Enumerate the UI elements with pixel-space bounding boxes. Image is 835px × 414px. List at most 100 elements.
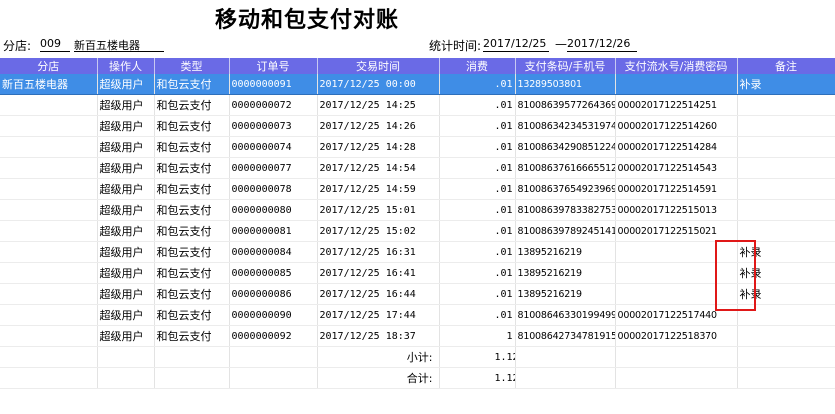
cell-time: 2017/12/25 16:31 bbox=[317, 241, 440, 263]
cell-pay-code: 81008637616665512 bbox=[515, 157, 616, 179]
branch-name-field[interactable]: 新百五楼电器 bbox=[74, 37, 164, 52]
table-row[interactable]: 超级用户 和包云支付 0000000090 2017/12/25 17:44.01 81… bbox=[0, 304, 835, 326]
col-note[interactable]: 备注 bbox=[737, 58, 835, 74]
cell-order: 0000000081 bbox=[229, 220, 318, 242]
col-type[interactable]: 类型 bbox=[154, 58, 230, 74]
cell-amount: .01 bbox=[439, 241, 516, 263]
cell-order: 0000000072 bbox=[229, 94, 318, 116]
empty-cell bbox=[97, 346, 155, 368]
cell-note bbox=[737, 325, 835, 347]
cell-branch bbox=[0, 241, 98, 263]
cell-operator: 超级用户 bbox=[97, 304, 155, 326]
table-row[interactable]: 超级用户 和包云支付 0000000084 2017/12/25 16:31.01 13… bbox=[0, 241, 835, 263]
cell-pay-code: 81008634290851224 bbox=[515, 136, 616, 158]
table-row[interactable]: 超级用户 和包云支付 0000000073 2017/12/25 14:26.01 81… bbox=[0, 115, 835, 137]
cell-note bbox=[737, 199, 835, 221]
cell-type: 和包云支付 bbox=[154, 115, 230, 137]
empty-cell bbox=[737, 346, 835, 368]
cell-pay-code: 13895216219 bbox=[515, 283, 616, 305]
table-row[interactable]: 超级用户 和包云支付 0000000072 2017/12/25 14:25.01 81… bbox=[0, 94, 835, 116]
empty-cell bbox=[97, 367, 155, 389]
cell-serial bbox=[615, 74, 738, 95]
date-separator: — bbox=[555, 37, 567, 51]
cell-note bbox=[737, 157, 835, 179]
cell-time: 2017/12/25 15:02 bbox=[317, 220, 440, 242]
cell-time: 2017/12/25 18:37 bbox=[317, 325, 440, 347]
reconciliation-table: 分店 操作人 类型 订单号 交易时间 消费 支付条码/手机号 支付流水号/消费密… bbox=[0, 58, 835, 389]
report-title: 移动和包支付对账 bbox=[215, 7, 400, 33]
empty-cell bbox=[615, 367, 738, 389]
branch-code-field[interactable]: 009 bbox=[40, 37, 70, 52]
table-row[interactable]: 超级用户 和包云支付 0000000085 2017/12/25 16:41.01 13… bbox=[0, 262, 835, 284]
col-time[interactable]: 交易时间 bbox=[317, 58, 440, 74]
cell-operator: 超级用户 bbox=[97, 220, 155, 242]
branch-label: 分店: bbox=[3, 39, 32, 53]
table-row[interactable]: 超级用户 和包云支付 0000000077 2017/12/25 14:54.01 81… bbox=[0, 157, 835, 179]
table-row[interactable]: 超级用户 和包云支付 0000000080 2017/12/25 15:01.01 81… bbox=[0, 199, 835, 221]
cell-serial: 00002017122518370 bbox=[615, 325, 738, 347]
cell-operator: 超级用户 bbox=[97, 241, 155, 263]
cell-serial: 00002017122514543 bbox=[615, 157, 738, 179]
col-pay-code[interactable]: 支付条码/手机号 bbox=[515, 58, 616, 74]
cell-pay-code: 81008639577264369 bbox=[515, 94, 616, 116]
cell-branch bbox=[0, 115, 98, 137]
col-serial[interactable]: 支付流水号/消费密码 bbox=[615, 58, 738, 74]
cell-time: 2017/12/25 14:59 bbox=[317, 178, 440, 200]
header-row: 分店 操作人 类型 订单号 交易时间 消费 支付条码/手机号 支付流水号/消费密… bbox=[0, 58, 835, 74]
cell-amount: .01 bbox=[439, 178, 516, 200]
total-value: 1.12 bbox=[439, 367, 516, 389]
cell-operator: 超级用户 bbox=[97, 199, 155, 221]
cell-order: 0000000084 bbox=[229, 241, 318, 263]
cell-type: 和包云支付 bbox=[154, 157, 230, 179]
cell-pay-code: 81008639789245141 bbox=[515, 220, 616, 242]
empty-cell bbox=[229, 367, 318, 389]
cell-operator: 超级用户 bbox=[97, 283, 155, 305]
cell-type: 和包云支付 bbox=[154, 241, 230, 263]
table-row[interactable]: 新百五楼电器 超级用户 和包云支付 0000000091 2017/12/25 00:0… bbox=[0, 74, 835, 95]
cell-serial: 00002017122515021 bbox=[615, 220, 738, 242]
cell-pay-code: 13895216219 bbox=[515, 241, 616, 263]
date-from-field[interactable]: 2017/12/25 bbox=[483, 37, 549, 52]
cell-order: 0000000086 bbox=[229, 283, 318, 305]
table-row[interactable]: 超级用户 和包云支付 0000000086 2017/12/25 16:44.01 13… bbox=[0, 283, 835, 305]
subtotal-value: 1.12 bbox=[439, 346, 516, 368]
cell-amount: .01 bbox=[439, 199, 516, 221]
table-row[interactable]: 超级用户 和包云支付 0000000078 2017/12/25 14:59.01 81… bbox=[0, 178, 835, 200]
cell-branch bbox=[0, 283, 98, 305]
cell-order: 0000000092 bbox=[229, 325, 318, 347]
cell-time: 2017/12/25 15:01 bbox=[317, 199, 440, 221]
cell-operator: 超级用户 bbox=[97, 157, 155, 179]
cell-amount: .01 bbox=[439, 262, 516, 284]
date-to-field[interactable]: 2017/12/26 bbox=[567, 37, 637, 52]
cell-branch: 新百五楼电器 bbox=[0, 74, 98, 95]
cell-branch bbox=[0, 199, 98, 221]
empty-cell bbox=[737, 367, 835, 389]
cell-type: 和包云支付 bbox=[154, 199, 230, 221]
cell-note bbox=[737, 94, 835, 116]
empty-cell bbox=[154, 346, 230, 368]
cell-branch bbox=[0, 178, 98, 200]
cell-amount: 1 bbox=[439, 325, 516, 347]
empty-cell bbox=[154, 367, 230, 389]
cell-order: 0000000077 bbox=[229, 157, 318, 179]
col-amount[interactable]: 消费 bbox=[439, 58, 516, 74]
cell-time: 2017/12/25 17:44 bbox=[317, 304, 440, 326]
table-row[interactable]: 超级用户 和包云支付 0000000081 2017/12/25 15:02.01 81… bbox=[0, 220, 835, 242]
col-branch[interactable]: 分店 bbox=[0, 58, 98, 74]
cell-amount: .01 bbox=[439, 157, 516, 179]
empty-cell bbox=[229, 346, 318, 368]
cell-operator: 超级用户 bbox=[97, 136, 155, 158]
cell-operator: 超级用户 bbox=[97, 115, 155, 137]
cell-amount: .01 bbox=[439, 304, 516, 326]
cell-amount: .01 bbox=[439, 220, 516, 242]
cell-time: 2017/12/25 16:41 bbox=[317, 262, 440, 284]
table-row[interactable]: 超级用户 和包云支付 0000000074 2017/12/25 14:28.01 81… bbox=[0, 136, 835, 158]
cell-order: 0000000090 bbox=[229, 304, 318, 326]
subtotal-row: 小计:1.12 bbox=[0, 346, 835, 368]
col-order[interactable]: 订单号 bbox=[229, 58, 318, 74]
cell-type: 和包云支付 bbox=[154, 74, 230, 95]
cell-pay-code: 13289503801 bbox=[515, 74, 616, 95]
cell-amount: .01 bbox=[439, 115, 516, 137]
table-row[interactable]: 超级用户 和包云支付 0000000092 2017/12/25 18:37 1 8100… bbox=[0, 325, 835, 347]
col-operator[interactable]: 操作人 bbox=[97, 58, 155, 74]
